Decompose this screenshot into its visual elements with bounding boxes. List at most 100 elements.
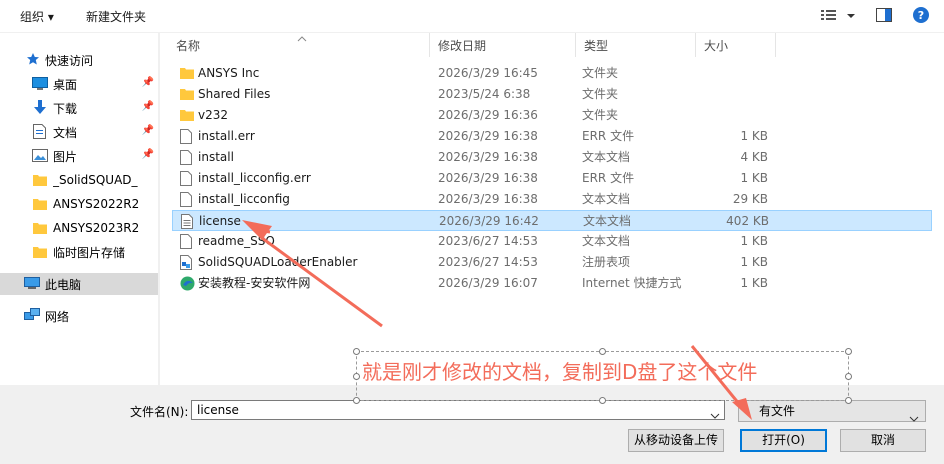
upload-from-device-button[interactable]: 从移动设备上传	[628, 429, 724, 452]
cancel-button[interactable]: 取消	[840, 429, 926, 452]
nav-this-pc-label: 此电脑	[45, 277, 82, 292]
file-name-cell: license	[199, 214, 241, 228]
file-size-cell: 1 KB	[740, 234, 768, 248]
annotation-handle	[353, 373, 360, 380]
nav-item-label: _SolidSQUAD_	[53, 173, 138, 187]
nav-item-downloads[interactable]: 下载 📌	[0, 97, 158, 119]
filename-input[interactable]: license	[191, 400, 725, 420]
nav-quick-access[interactable]: 快速访问	[0, 49, 158, 71]
table-row[interactable]: Shared Files 2023/5/24 6:38 文件夹	[172, 84, 932, 105]
file-size-cell	[692, 84, 768, 105]
star-icon	[26, 52, 40, 69]
nav-item-folder[interactable]: 临时图片存储	[0, 241, 158, 263]
pin-icon: 📌	[141, 101, 154, 112]
nav-item-label: 图片	[53, 149, 78, 164]
table-row[interactable]: ANSYS Inc 2026/3/29 16:45 文件夹	[172, 63, 932, 84]
document-icon	[33, 124, 46, 142]
file-type-cell: 文件夹	[582, 87, 619, 101]
pin-icon: 📌	[141, 77, 154, 88]
text-file-icon	[181, 214, 195, 229]
file-icon	[180, 234, 194, 249]
nav-item-folder[interactable]: ANSYS2022R2	[0, 193, 158, 215]
nav-item-label: ANSYS2023R2	[53, 221, 140, 235]
column-header-type[interactable]: 类型	[576, 33, 696, 57]
file-name-cell: ANSYS Inc	[198, 66, 260, 80]
file-type-cell: 文本文档	[582, 234, 631, 248]
nav-item-documents[interactable]: 文档 📌	[0, 121, 158, 143]
table-row[interactable]: install.err 2026/3/29 16:38 ERR 文件 1 KB	[172, 126, 932, 147]
chevron-down-icon[interactable]	[909, 408, 919, 428]
file-size-cell	[692, 63, 768, 84]
file-date-cell: 2023/6/27 14:53	[438, 234, 538, 248]
table-row[interactable]: install_licconfig 2026/3/29 16:38 文本文档 29 K…	[172, 189, 932, 210]
nav-item-label: 文档	[53, 125, 78, 140]
nav-item-folder[interactable]: ANSYS2023R2	[0, 217, 158, 239]
nav-item-label: 临时图片存储	[53, 245, 126, 260]
open-button[interactable]: 打开(O)	[740, 429, 827, 452]
file-date-cell: 2023/5/24 6:38	[438, 87, 531, 101]
column-header-name[interactable]: 名称	[168, 33, 430, 57]
folder-icon	[180, 66, 194, 81]
file-date-cell: 2026/3/29 16:07	[438, 276, 538, 290]
file-name-cell: Shared Files	[198, 87, 271, 101]
annotation-handle	[845, 373, 852, 380]
file-size-cell: 402 KB	[726, 214, 769, 228]
file-size-cell: 1 KB	[740, 129, 768, 143]
file-date-cell: 2023/6/27 14:53	[438, 255, 538, 269]
annotation-handle	[353, 397, 360, 404]
nav-quick-access-label: 快速访问	[45, 53, 94, 68]
nav-item-label: ANSYS2022R2	[53, 197, 140, 211]
file-name-cell: install	[198, 150, 234, 164]
table-row[interactable]: 安装教程-安安软件网 2026/3/29 16:07 Internet 快捷方式 1 …	[172, 273, 932, 294]
reg-file-icon	[180, 255, 194, 270]
file-size-cell: 1 KB	[740, 171, 768, 185]
file-date-cell: 2026/3/29 16:36	[438, 108, 538, 122]
file-name-cell: readme_SSQ	[198, 234, 275, 248]
file-type-cell: 注册表项	[582, 255, 631, 269]
folder-icon	[33, 197, 47, 213]
file-size-cell: 29 KB	[732, 192, 768, 206]
filename-label: 文件名(N):	[130, 405, 189, 419]
pin-icon: 📌	[141, 125, 154, 136]
nav-item-pictures[interactable]: 图片 📌	[0, 145, 158, 167]
table-row[interactable]: install 2026/3/29 16:38 文本文档 4 KB	[172, 147, 932, 168]
toolbar: 组织 ▾ 新建文件夹 ?	[0, 0, 944, 33]
folder-icon	[180, 87, 194, 102]
nav-this-pc[interactable]: 此电脑	[0, 273, 158, 295]
file-list: 名称 修改日期 类型 大小 ANSYS Inc 2026/3/29 16:45 文件…	[160, 33, 944, 385]
nav-item-label: 下载	[53, 101, 78, 116]
file-type-cell: 文件夹	[582, 108, 619, 122]
annotation-handle	[599, 348, 606, 355]
table-row[interactable]: readme_SSQ 2023/6/27 14:53 文本文档 1 KB	[172, 231, 932, 252]
nav-network[interactable]: 网络	[0, 305, 158, 327]
nav-network-label: 网络	[45, 309, 70, 324]
folder-icon	[33, 221, 47, 237]
file-name-cell: 安装教程-安安软件网	[198, 276, 311, 290]
column-header-size[interactable]: 大小	[696, 33, 776, 57]
desktop-icon	[32, 77, 48, 93]
file-size-cell: 1 KB	[740, 255, 768, 269]
chevron-down-icon[interactable]	[710, 406, 720, 424]
preview-pane-icon[interactable]	[876, 8, 892, 25]
file-date-cell: 2026/3/29 16:45	[438, 66, 538, 80]
organize-button[interactable]: 组织 ▾	[20, 8, 54, 25]
nav-item-folder[interactable]: _SolidSQUAD_	[0, 169, 158, 191]
table-row[interactable]: SolidSQUADLoaderEnabler 2023/6/27 14:53 注册…	[172, 252, 932, 273]
file-type-cell: 文件夹	[582, 66, 619, 80]
annotation-handle	[845, 348, 852, 355]
table-row[interactable]: v232 2026/3/29 16:36 文件夹	[172, 105, 932, 126]
folder-icon	[33, 245, 47, 261]
help-icon[interactable]: ?	[913, 7, 929, 26]
table-row[interactable]: install_licconfig.err 2026/3/29 16:38 ERR …	[172, 168, 932, 189]
table-row[interactable]: license 2026/3/29 16:42 文本文档 402 KB	[172, 210, 932, 231]
new-folder-button[interactable]: 新建文件夹	[86, 8, 146, 25]
column-header-date[interactable]: 修改日期	[430, 33, 576, 57]
filetype-select[interactable]: 有文件	[738, 400, 926, 422]
view-options-icon[interactable]	[821, 9, 855, 26]
file-type-cell: 文本文档	[582, 192, 631, 206]
file-type-cell: 文本文档	[583, 214, 632, 228]
filetype-value: 有文件	[759, 404, 796, 418]
edge-link-icon	[180, 276, 195, 291]
pin-icon: 📌	[141, 149, 154, 160]
nav-item-desktop[interactable]: 桌面 📌	[0, 73, 158, 95]
